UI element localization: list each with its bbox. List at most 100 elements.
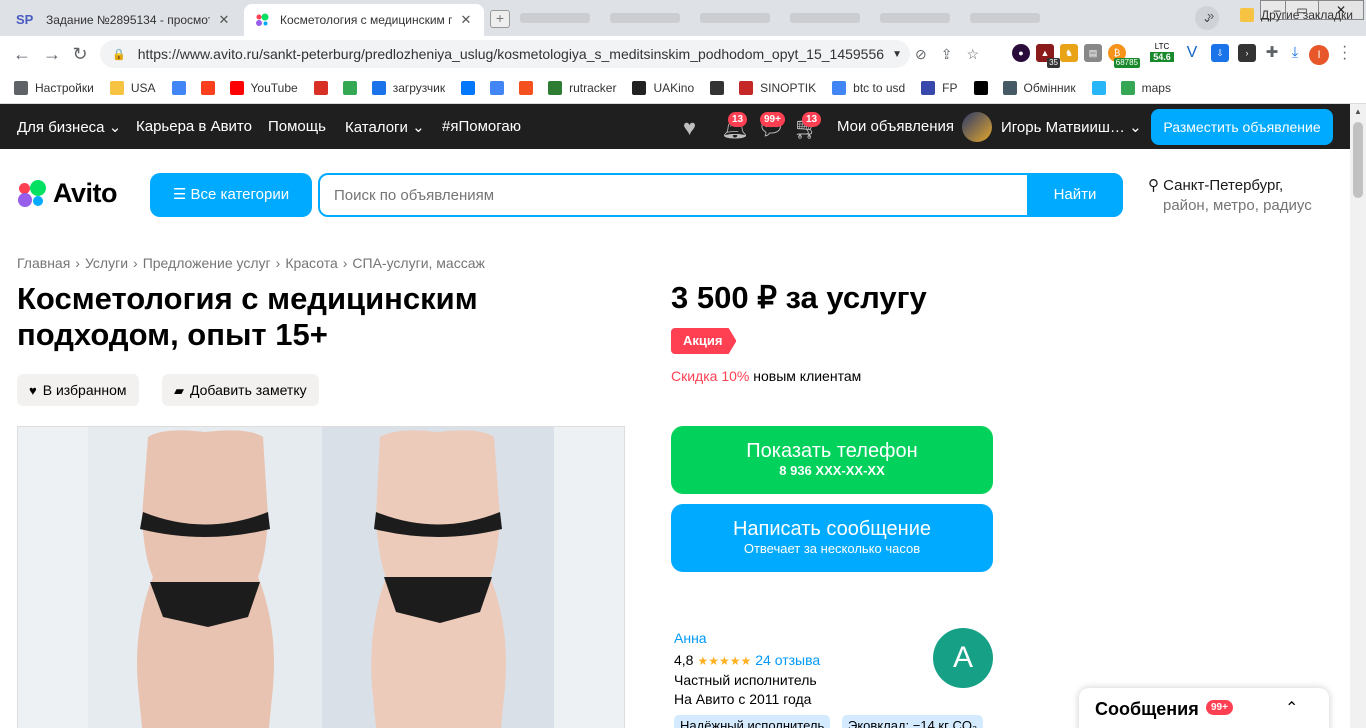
extensions-bar: ● ▲ 35 ♞ ▤ ₿ 68785 <box>1012 44 1140 68</box>
nav-help[interactable]: Помощь <box>268 118 326 135</box>
forward-arrow-icon[interactable]: → <box>40 42 64 66</box>
all-categories-button[interactable]: ☰ Все категории <box>150 173 312 217</box>
v-extension-icon[interactable]: V <box>1183 44 1201 62</box>
bookmark-item[interactable] <box>710 80 731 95</box>
nav-business[interactable]: Для бизнеса ⌄ <box>17 118 121 136</box>
blocked-icon[interactable]: ⊘ <box>915 46 927 63</box>
extension-icon[interactable]: ▲ 35 <box>1036 44 1060 68</box>
page-scrollbar[interactable]: ▲ <box>1350 104 1366 728</box>
user-avatar[interactable] <box>962 112 992 142</box>
breadcrumb-item[interactable]: Услуги <box>85 255 128 271</box>
google-icon <box>171 80 186 95</box>
tab-close-icon[interactable]: ✕ <box>458 12 474 28</box>
bookmark-item[interactable]: Обмінник <box>1002 80 1076 95</box>
nav-career[interactable]: Карьера в Авито <box>136 118 252 135</box>
nav-user[interactable]: Игорь Матвииш… ⌄ <box>1001 118 1142 136</box>
extension-icon[interactable]: ▤ <box>1084 44 1102 62</box>
bookmark-item[interactable] <box>461 80 482 95</box>
bookmark-item[interactable]: USA <box>109 80 156 95</box>
seller-badge: Эковклад: −14 кг CO₂ <box>842 715 984 728</box>
post-ad-button[interactable]: Разместить объявление <box>1151 109 1333 145</box>
menu-dots-icon[interactable]: · · · <box>1342 39 1347 67</box>
bookmark-item[interactable] <box>490 80 511 95</box>
chevron-down-icon: ⌄ <box>412 119 425 136</box>
folder-icon <box>1240 8 1254 22</box>
add-note-button[interactable]: ▰ Добавить заметку <box>162 374 319 406</box>
heart-icon: ♥ <box>29 383 37 398</box>
scroll-up-icon[interactable]: ▲ <box>1350 104 1366 120</box>
rutracker-icon <box>548 80 563 95</box>
downloads-icon[interactable]: ⤓ <box>1286 44 1304 62</box>
bookmark-star-icon[interactable]: ☆ <box>966 46 979 63</box>
breadcrumb-item[interactable]: Предложение услуг <box>143 255 271 271</box>
reviews-link[interactable]: 24 отзыва <box>755 652 820 668</box>
other-bookmarks[interactable]: Другие закладки <box>1240 8 1353 22</box>
bookmark-item[interactable]: UAKino <box>632 80 694 95</box>
bookmark-item[interactable] <box>200 80 222 95</box>
favorite-button[interactable]: ♥ В избранном <box>17 374 139 406</box>
bookmark-item[interactable] <box>519 80 540 95</box>
messages-panel[interactable]: Сообщения 99+ ⌃ <box>1079 688 1329 728</box>
download-extension-icon[interactable]: ⇩ <box>1211 44 1229 62</box>
nav-my-ads[interactable]: Мои объявления <box>837 118 954 135</box>
bookmarks-more-icon[interactable]: » <box>1207 8 1214 23</box>
browser-tab[interactable]: SP Задание №2895134 - просмотр з ✕ <box>6 4 242 36</box>
reload-icon[interactable]: ↻ <box>68 42 92 66</box>
photo-gallery[interactable] <box>17 426 625 728</box>
bookmark-item[interactable] <box>313 80 335 95</box>
bookmark-item[interactable] <box>171 80 193 95</box>
bookmark-item[interactable]: SINOPTIK <box>739 80 816 95</box>
bookmark-item[interactable]: maps <box>1120 80 1171 95</box>
breadcrumb-item[interactable]: Главная <box>17 255 70 271</box>
bookmark-item[interactable]: Настройки <box>14 80 94 95</box>
gear-icon <box>14 80 28 95</box>
star-icon <box>1091 80 1106 95</box>
write-message-button[interactable]: Написать сообщение Отвечает за несколько… <box>671 504 993 572</box>
share-icon[interactable]: ⇪ <box>941 46 953 63</box>
tab-close-icon[interactable]: ✕ <box>216 12 232 28</box>
puzzle-icon[interactable]: ✚ <box>1263 44 1281 62</box>
bookmark-item[interactable] <box>342 80 364 95</box>
drive-icon <box>342 80 357 95</box>
scrollbar-thumb[interactable] <box>1353 122 1363 198</box>
extension-icon[interactable]: ● <box>1012 44 1030 62</box>
seller-avatar[interactable]: А <box>933 628 993 688</box>
seller-name[interactable]: Анна <box>674 630 707 646</box>
bookmark-item[interactable]: rutracker <box>548 80 616 95</box>
bookmark-item[interactable]: YouTube <box>229 80 298 95</box>
breadcrumb-item[interactable]: Красота <box>285 255 337 271</box>
bookmark-item[interactable]: FP <box>921 80 958 95</box>
rating-stars-icon: ★★★★★ <box>697 654 752 668</box>
extension-icon[interactable]: ♞ <box>1060 44 1078 62</box>
heart-icon[interactable]: ♥ <box>683 115 696 141</box>
profile-avatar[interactable]: I <box>1309 45 1329 65</box>
bookmark-item[interactable]: загрузчик <box>371 80 445 95</box>
bookmark-item[interactable]: btc to usd <box>832 80 905 95</box>
show-phone-button[interactable]: Показать телефон 8 936 XXX-XX-XX <box>671 426 993 494</box>
bookmark-item[interactable] <box>973 80 995 95</box>
avito-logo[interactable]: Avito <box>17 178 118 209</box>
chevron-up-icon[interactable]: ⌃ <box>1285 698 1298 718</box>
tab-title: Задание №2895134 - просмотр з <box>46 13 210 27</box>
note-icon: ▰ <box>174 383 184 398</box>
seller-type: Частный исполнитель <box>674 672 817 688</box>
messages-label: Сообщения <box>1095 699 1199 719</box>
browser-tab-active[interactable]: Косметология с медицинским по ✕ <box>244 4 484 36</box>
new-tab-button[interactable]: + <box>490 10 510 28</box>
address-bar[interactable]: 🔒 https://www.avito.ru/sankt-peterburg/p… <box>100 40 910 68</box>
avito-favicon-icon <box>254 12 272 28</box>
back-arrow-icon[interactable]: ← <box>10 42 34 66</box>
arrow-extension-icon[interactable]: › <box>1238 44 1256 62</box>
breadcrumb-item[interactable]: СПА-услуги, массаж <box>352 255 484 271</box>
chevron-down-icon[interactable]: ▼ <box>892 49 902 60</box>
search-input[interactable] <box>334 175 1014 215</box>
seller-badge: Надёжный исполнитель <box>674 715 831 728</box>
nav-ipomogayu[interactable]: #яПомогаю <box>442 118 521 135</box>
location-selector[interactable]: ⚲ Санкт-Петербург, район, метро, радиус <box>1148 176 1312 216</box>
chess-icon <box>710 80 725 95</box>
ltc-ticker[interactable]: LTC 54.6 <box>1150 42 1174 64</box>
bookmark-item[interactable] <box>1091 80 1113 95</box>
nav-catalogs[interactable]: Каталоги ⌄ <box>345 118 425 136</box>
search-button[interactable]: Найти <box>1027 173 1123 217</box>
bitcoin-icon[interactable]: ₿ 68785 <box>1108 44 1140 68</box>
